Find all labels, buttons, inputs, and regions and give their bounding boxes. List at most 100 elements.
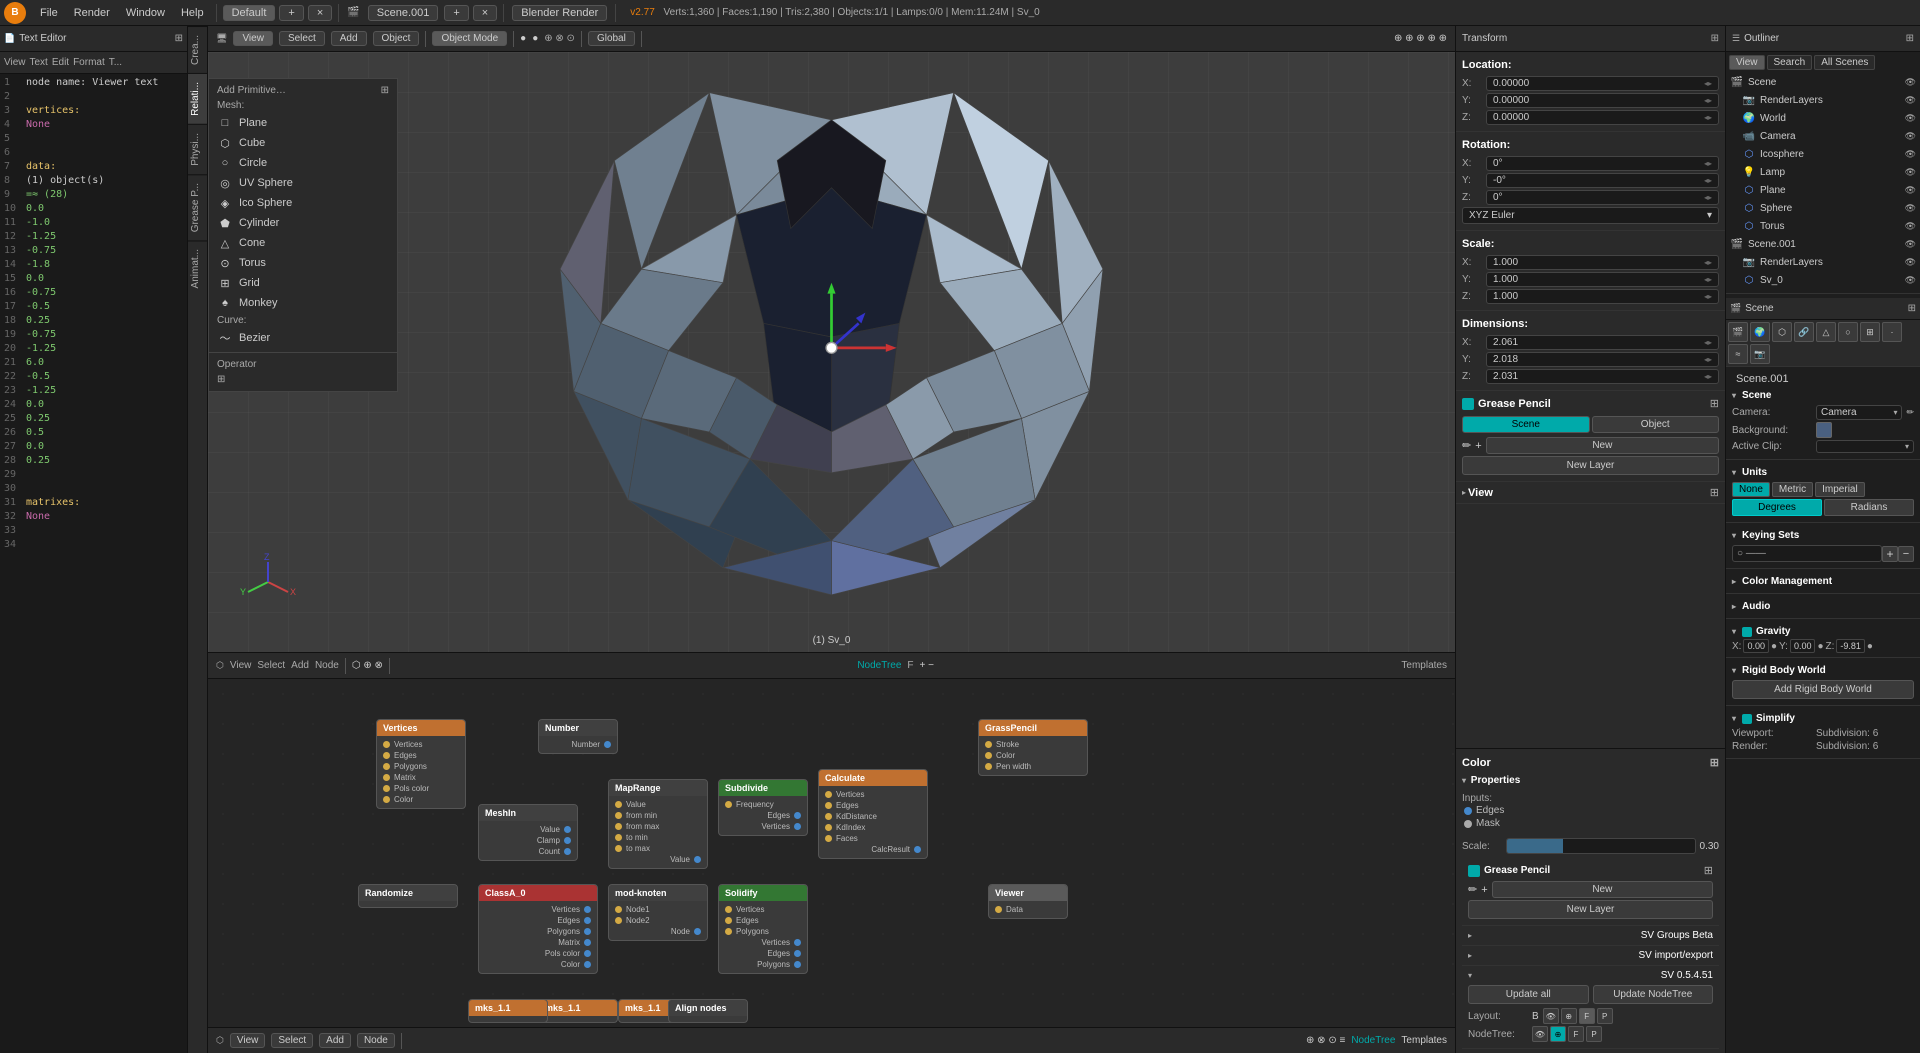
tab-close[interactable]: × [308, 5, 332, 21]
scene-close-btn[interactable]: × [473, 5, 497, 21]
header-expand[interactable]: ⊞ [175, 33, 183, 44]
grav-x[interactable]: 0.00 [1743, 639, 1769, 653]
camera-edit-btn[interactable]: ✏ [1906, 407, 1914, 418]
outliner-item-icosphere[interactable]: ⬡ Icosphere 👁 [1726, 145, 1920, 163]
outliner-item-renderlayers[interactable]: 📷 RenderLayers 👁 [1726, 253, 1920, 271]
layout-icon-3[interactable]: F [1579, 1008, 1595, 1024]
material-icon-btn[interactable]: ○ [1838, 322, 1858, 342]
add-btn-node[interactable]: Add [319, 1033, 351, 1048]
node-btn[interactable]: Node [357, 1033, 395, 1048]
outliner-eye[interactable]: 👁 [1905, 275, 1916, 286]
menu-window[interactable]: Window [118, 5, 173, 21]
outliner-eye[interactable]: 👁 [1905, 77, 1916, 88]
gp-checkbox-2[interactable] [1468, 865, 1480, 877]
mesh-item-uv-sphere[interactable]: ◎UV Sphere [209, 173, 397, 193]
scene-collapse-btn[interactable]: ⊞ [1908, 303, 1916, 314]
select-menu-node[interactable]: Select [257, 660, 285, 671]
node-canvas[interactable]: VerticesVerticesEdgesPolygonsMatrixPols … [208, 679, 1455, 1001]
view-btn[interactable]: View [4, 57, 26, 68]
outliner-eye[interactable]: 👁 [1905, 149, 1916, 160]
object-mode-btn[interactable]: Object Mode [432, 31, 507, 46]
tab-add[interactable]: + [279, 5, 303, 21]
loc-x-value[interactable]: 0.00000 ◂▸ [1486, 76, 1719, 91]
unit-metric-btn[interactable]: Metric [1772, 482, 1813, 497]
loc-y-value[interactable]: 0.00000 ◂▸ [1486, 93, 1719, 108]
update-nodetree-btn[interactable]: Update NodeTree [1593, 985, 1714, 1004]
mesh-item-grid[interactable]: ⊞Grid [209, 273, 397, 293]
nt-icon-1[interactable]: 👁 [1532, 1026, 1548, 1042]
outliner-eye[interactable]: 👁 [1905, 257, 1916, 268]
mesh-item-cube[interactable]: ⬡Cube [209, 133, 397, 153]
mesh-item-monkey[interactable]: ♠Monkey [209, 293, 397, 313]
grav-z[interactable]: -9.81 [1836, 639, 1865, 653]
scene-add-btn[interactable]: + [444, 5, 468, 21]
gp-collapse[interactable]: ⊞ [1710, 397, 1719, 410]
add-menu-node[interactable]: Add [291, 660, 309, 671]
data-icon-btn[interactable]: △ [1816, 322, 1836, 342]
audio-title[interactable]: ▸ Audio [1732, 598, 1914, 614]
keying-add[interactable]: + [1882, 546, 1898, 562]
gp-new-layer-btn[interactable]: New Layer [1462, 456, 1719, 475]
scale-slider[interactable] [1506, 838, 1696, 854]
node-n6[interactable]: CalculateVerticesEdgesKdDistanceKdIndexF… [818, 769, 928, 859]
render-engine[interactable]: Blender Render [512, 5, 607, 21]
nt-icon-4[interactable]: P [1586, 1026, 1602, 1042]
scale-z-value[interactable]: 1.000 ◂▸ [1486, 289, 1719, 304]
mesh-item-cylinder[interactable]: ⬟Cylinder [209, 213, 397, 233]
bezier-item[interactable]: 〜 Bezier [209, 328, 397, 348]
color-collapse[interactable]: ⊞ [1710, 756, 1719, 769]
template-text-btn[interactable]: T... [109, 57, 122, 68]
node-n16[interactable]: Align nodes [668, 999, 748, 1023]
gp-tab-object[interactable]: Object [1592, 416, 1720, 433]
gp-new-btn-2[interactable]: New [1492, 881, 1713, 898]
menu-help[interactable]: Help [173, 5, 212, 21]
select-btn-node[interactable]: Select [271, 1033, 313, 1048]
select-menu[interactable]: Select [279, 31, 325, 46]
node-n15[interactable]: mks_1.1 [468, 999, 548, 1023]
side-tab-create[interactable]: Crea... [188, 26, 207, 73]
plus-icon-2[interactable]: + [1481, 884, 1487, 896]
scene-name[interactable]: Scene.001 [368, 5, 439, 21]
outliner-eye[interactable]: 👁 [1905, 95, 1916, 106]
sv-groups-header[interactable]: ▸ SV Groups Beta [1468, 930, 1713, 941]
node-n1[interactable]: VerticesVerticesEdgesPolygonsMatrixPols … [376, 719, 466, 809]
sv-import-header[interactable]: ▸ SV import/export [1468, 950, 1713, 961]
rotation-mode[interactable]: XYZ Euler ▾ [1462, 207, 1719, 224]
gp-new-btn[interactable]: New [1486, 437, 1719, 454]
outliner-item-world[interactable]: 🌍 World 👁 [1726, 109, 1920, 127]
outliner-eye[interactable]: 👁 [1905, 113, 1916, 124]
outliner-item-sphere[interactable]: ⬡ Sphere 👁 [1726, 199, 1920, 217]
edit-btn[interactable]: Edit [52, 57, 69, 68]
constraint-icon-btn[interactable]: 🔗 [1794, 322, 1814, 342]
layout-icon-1[interactable]: 👁 [1543, 1008, 1559, 1024]
global-btn[interactable]: Global [588, 31, 635, 46]
node-n2[interactable]: MeshInValueClampCount [478, 804, 578, 861]
scale-x-value[interactable]: 1.000 ◂▸ [1486, 255, 1719, 270]
node-n11[interactable]: ClassA_0VerticesEdgesPolygonsMatrixPols … [478, 884, 598, 974]
texture-icon-btn[interactable]: ⊞ [1860, 322, 1880, 342]
simplify-title[interactable]: ▾ Simplify [1732, 710, 1914, 726]
side-tab-anim[interactable]: Animat... [188, 240, 207, 296]
bg-swatch[interactable] [1816, 422, 1832, 438]
text-btn[interactable]: Text [30, 57, 48, 68]
node-n8[interactable]: ViewerData [988, 884, 1068, 919]
outliner-item-camera[interactable]: 📹 Camera 👁 [1726, 127, 1920, 145]
layout-icon-2[interactable]: ⊕ [1561, 1008, 1577, 1024]
3d-viewport[interactable]: Add Primitive… ⊞ Mesh: □Plane⬡Cube○Circl… [208, 52, 1455, 652]
outliner-item-renderlayers[interactable]: 📷 RenderLayers 👁 [1726, 91, 1920, 109]
simplify-checkbox[interactable] [1742, 714, 1752, 724]
outliner-eye[interactable]: 👁 [1905, 167, 1916, 178]
units-title[interactable]: ▾ Units [1732, 464, 1914, 480]
loc-z-value[interactable]: 0.00000 ◂▸ [1486, 110, 1719, 125]
node-n13[interactable]: mks_1.1 [538, 999, 618, 1023]
mesh-item-ico-sphere[interactable]: ◈Ico Sphere [209, 193, 397, 213]
active-clip-value[interactable]: ▾ [1816, 440, 1914, 453]
side-tab-relations[interactable]: Relati... [188, 73, 207, 124]
node-menu[interactable]: Node [315, 660, 339, 671]
node-n7[interactable]: GrassPencilStrokeColorPen width [978, 719, 1088, 776]
outliner-view-tab[interactable]: View [1729, 55, 1765, 70]
nt-icon-2[interactable]: ⊕ [1550, 1026, 1566, 1042]
unit-imperial-btn[interactable]: Imperial [1815, 482, 1865, 497]
scene-icon-btn[interactable]: 🎬 [1728, 322, 1748, 342]
side-tab-physics[interactable]: Physi... [188, 124, 207, 174]
